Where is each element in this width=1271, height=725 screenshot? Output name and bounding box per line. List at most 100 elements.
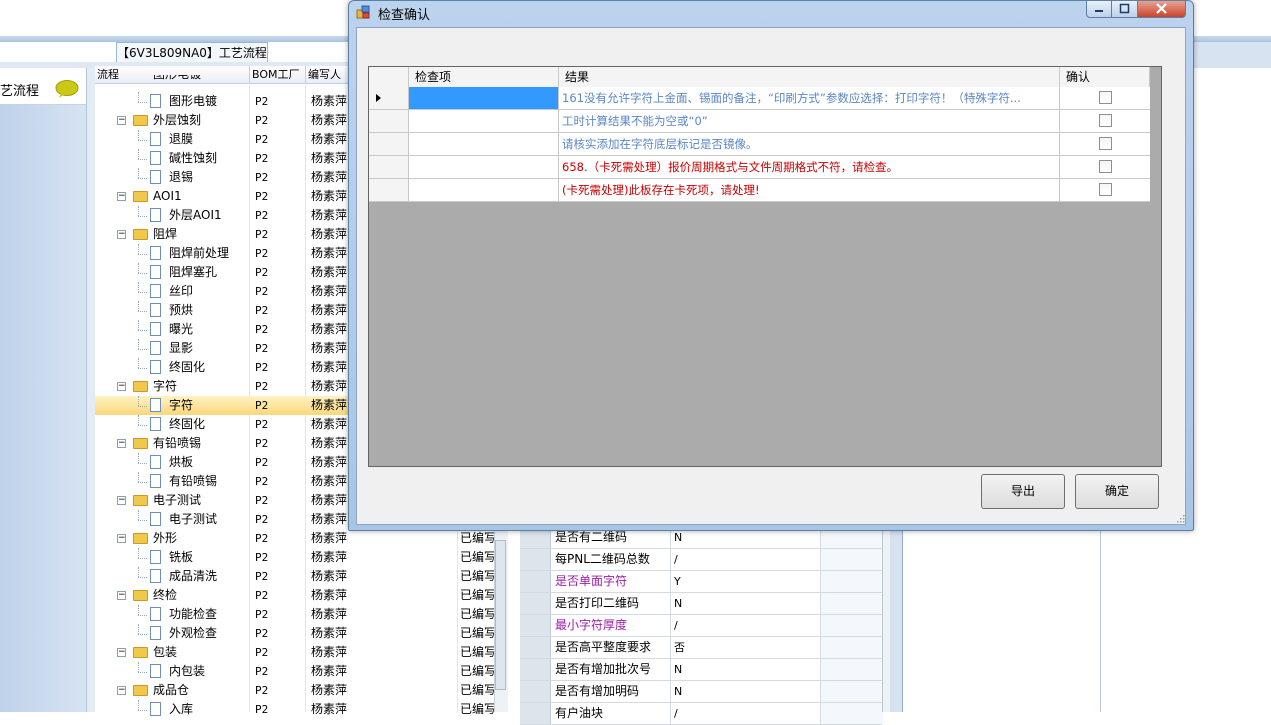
tree-row-label: 显影 <box>169 341 194 355</box>
maximize-icon <box>1119 3 1130 14</box>
grid-row[interactable]: 658.（卡死需处理）报价周期格式与文件周期格式不符，请检查。 <box>369 156 1150 179</box>
grid-row[interactable]: 161没有允许字符上金面、锡面的备注，“印刷方式”参数应选择：打印字符！（特殊字… <box>369 87 1150 110</box>
grid-row[interactable]: 工时计算结果不能为空或“0” <box>369 110 1150 133</box>
confirm-checkbox[interactable] <box>1099 183 1112 196</box>
tree-row-status: 已编写 <box>460 702 497 716</box>
grid-header-confirm[interactable]: 确认 <box>1060 67 1150 87</box>
row-header[interactable] <box>369 156 409 178</box>
check-item-cell[interactable] <box>409 156 559 178</box>
tree-row[interactable]: 铣板 P2 杨素萍 已编写 <box>95 548 507 567</box>
tree-row[interactable]: − 外形 P2 杨素萍 已编写 <box>95 529 507 548</box>
tree-collapse-icon[interactable]: − <box>117 591 126 600</box>
property-row[interactable]: 是否打印二维码 N <box>520 593 883 615</box>
property-row[interactable]: 是否高平整度要求 否 <box>520 637 883 659</box>
tree-collapse-icon[interactable]: − <box>117 230 126 239</box>
property-value[interactable]: / <box>670 549 824 570</box>
grid-header-result[interactable]: 结果 <box>559 67 1060 87</box>
tree-row[interactable]: − 终检 P2 杨素萍 已编写 <box>95 586 507 605</box>
tree-collapse-icon[interactable]: − <box>117 439 126 448</box>
tree-line <box>138 520 147 521</box>
check-item-cell[interactable] <box>409 133 559 155</box>
property-value[interactable]: / <box>670 703 824 724</box>
tree-row[interactable]: 功能检查 P2 杨素萍 已编写 <box>95 605 507 624</box>
document-icon <box>150 170 161 184</box>
tree-row-label: 外观检查 <box>169 626 218 640</box>
tree-line <box>138 206 139 216</box>
property-row[interactable]: 是否有增加明码 N <box>520 681 883 703</box>
property-value[interactable]: N <box>670 593 824 614</box>
row-header[interactable] <box>369 110 409 132</box>
check-result-cell[interactable]: 658.（卡死需处理）报价周期格式与文件周期格式不符，请检查。 <box>559 156 1060 178</box>
tree-row[interactable]: 外观检查 P2 杨素萍 已编写 <box>95 624 507 643</box>
property-value[interactable]: N <box>670 659 824 680</box>
check-item-cell[interactable] <box>409 87 559 109</box>
property-row-gutter <box>520 703 551 724</box>
check-result-cell[interactable]: 请核实添加在字符底层标记是否镜像。 <box>559 133 1060 155</box>
ok-button[interactable]: 确定 <box>1075 474 1159 509</box>
chat-bubble-icon[interactable] <box>55 80 79 98</box>
check-item-cell[interactable] <box>409 179 559 201</box>
tree-collapse-icon[interactable]: − <box>117 192 126 201</box>
tree-collapse-icon[interactable]: − <box>117 534 126 543</box>
check-result-cell[interactable]: 161没有允许字符上金面、锡面的备注，“印刷方式”参数应选择：打印字符！（特殊字… <box>559 87 1060 109</box>
maximize-button[interactable] <box>1111 0 1138 18</box>
document-icon <box>150 265 161 279</box>
check-result-cell[interactable]: (卡死需处理)此板存在卡死项，请处理! <box>559 179 1060 201</box>
panel-splitter-right[interactable] <box>890 528 903 712</box>
tree-row[interactable]: − 成品仓 P2 杨素萍 已编写 <box>95 681 507 700</box>
row-header[interactable] <box>369 133 409 155</box>
tree-line <box>138 216 147 217</box>
confirm-checkbox[interactable] <box>1099 91 1112 104</box>
property-value[interactable]: 否 <box>670 637 824 658</box>
property-name: 是否有增加批次号 <box>555 662 652 676</box>
document-icon <box>150 417 161 431</box>
tree-scrollbar-thumb[interactable] <box>495 540 506 690</box>
export-button[interactable]: 导出 <box>981 474 1065 509</box>
property-value[interactable]: N <box>670 681 824 702</box>
confirm-checkbox[interactable] <box>1099 114 1112 127</box>
tree-row-label: 外层AOI1 <box>169 208 222 222</box>
grid-row-header-corner[interactable] <box>369 67 409 87</box>
tree-line <box>138 700 139 710</box>
dialog-title: 检查确认 <box>378 8 431 23</box>
tree-row-bom: P2 <box>255 703 269 716</box>
property-row-gutter <box>520 615 551 636</box>
tree-line <box>138 282 139 292</box>
property-extra-cell <box>820 615 883 636</box>
document-tab[interactable]: 【6V3L809NA0】工艺流程 <box>116 42 268 63</box>
current-row-arrow-icon <box>376 94 381 102</box>
confirm-checkbox[interactable] <box>1099 137 1112 150</box>
tree-line <box>138 463 147 464</box>
property-value[interactable]: / <box>670 615 824 636</box>
tree-row[interactable]: − 包装 P2 杨素萍 已编写 <box>95 643 507 662</box>
grid-header-item[interactable]: 检查项 <box>409 67 559 87</box>
row-header[interactable] <box>369 87 409 109</box>
tree-row-bom: P2 <box>255 152 269 165</box>
tree-collapse-icon[interactable]: − <box>117 686 126 695</box>
confirm-checkbox[interactable] <box>1099 160 1112 173</box>
property-row[interactable]: 是否有增加批次号 N <box>520 659 883 681</box>
check-item-cell[interactable] <box>409 110 559 132</box>
grid-row[interactable]: (卡死需处理)此板存在卡死项，请处理! <box>369 179 1150 202</box>
check-result-cell[interactable]: 工时计算结果不能为空或“0” <box>559 110 1060 132</box>
tree-row[interactable]: 入库 P2 杨素萍 已编写 <box>95 700 507 719</box>
tree-row-label: 字符 <box>169 398 194 412</box>
tree-row[interactable]: 内包装 P2 杨素萍 已编写 <box>95 662 507 681</box>
tree-row-bom: P2 <box>255 266 269 279</box>
tree-collapse-icon[interactable]: − <box>117 496 126 505</box>
tree-collapse-icon[interactable]: − <box>117 116 126 125</box>
tree-collapse-icon[interactable]: − <box>117 648 126 657</box>
tree-row[interactable]: 成品清洗 P2 杨素萍 已编写 <box>95 567 507 586</box>
property-row[interactable]: 最小字符厚度 / <box>520 615 883 637</box>
property-row[interactable]: 每PNL二维码总数 / <box>520 549 883 571</box>
row-header[interactable] <box>369 179 409 201</box>
property-row[interactable]: 是否单面字符 Y <box>520 571 883 593</box>
tree-collapse-icon[interactable]: − <box>117 382 126 391</box>
minimize-button[interactable] <box>1086 0 1112 18</box>
close-button[interactable] <box>1137 0 1186 18</box>
grid-row[interactable]: 请核实添加在字符底层标记是否镜像。 <box>369 133 1150 156</box>
property-value[interactable]: Y <box>670 571 824 592</box>
property-row[interactable]: 有户油块 / <box>520 703 883 725</box>
tree-row-bom: P2 <box>255 380 269 393</box>
resize-grip-icon[interactable] <box>1175 513 1185 523</box>
